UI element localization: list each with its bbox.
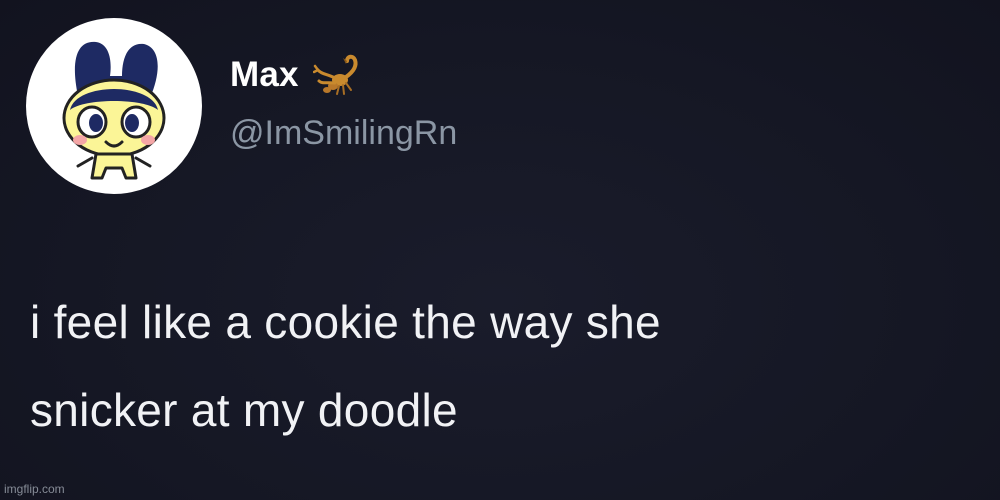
- imgflip-watermark: imgflip.com: [4, 482, 65, 496]
- tamagotchi-avatar-icon: [62, 41, 166, 180]
- tweet-text: i feel like a cookie the way she snicker…: [30, 278, 980, 454]
- scorpion-icon: [312, 50, 367, 100]
- display-name[interactable]: Max: [230, 55, 299, 95]
- author-block: Max @ImSmilingRn: [230, 50, 457, 153]
- avatar[interactable]: [26, 18, 202, 194]
- author-name-row: Max: [230, 50, 457, 100]
- tweet-card: Max @ImSmilingRn i feel like a cookie th…: [0, 0, 1000, 500]
- user-handle[interactable]: @ImSmilingRn: [230, 114, 457, 153]
- tweet-text-line: i feel like a cookie the way she: [30, 296, 661, 348]
- tweet-text-line: snicker at my doodle: [30, 384, 458, 436]
